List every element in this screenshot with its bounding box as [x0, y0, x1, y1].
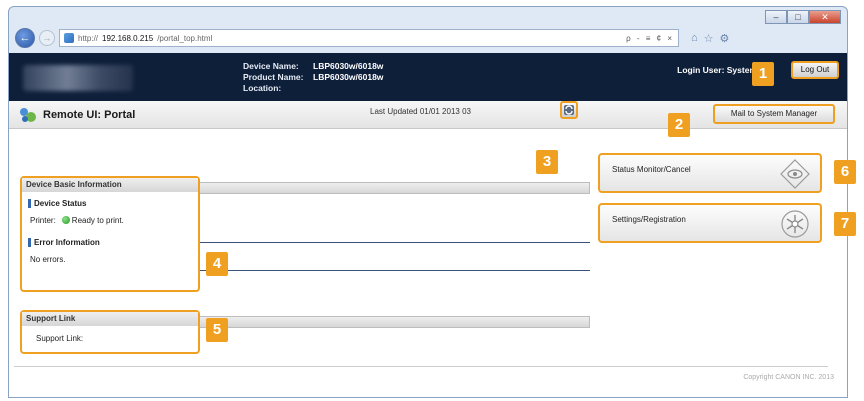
refresh-button[interactable] — [560, 101, 578, 119]
login-user: Login User: System — [677, 65, 757, 75]
logout-button[interactable]: Log Out — [791, 61, 839, 79]
location-label: Location: — [243, 83, 282, 93]
device-status-heading: Device Status — [28, 199, 198, 208]
status-ok-icon — [61, 216, 70, 224]
device-basic-info-heading: Device Basic Information — [22, 178, 198, 192]
url-host: 192.168.0.215 — [102, 33, 154, 43]
device-info: Device Name: LBP6030w/6018w Product Name:… — [243, 61, 383, 94]
brand-logo — [23, 65, 133, 91]
badge-4: 4 — [206, 252, 228, 276]
minimize-button[interactable]: – — [765, 10, 787, 24]
support-link-label[interactable]: Support Link: — [36, 334, 198, 343]
product-name-value: LBP6030w/6018w — [313, 72, 384, 82]
device-header: Device Name: LBP6030w/6018w Product Name:… — [9, 53, 847, 101]
url-path: /portal_top.html — [157, 33, 213, 43]
home-icon[interactable]: ⌂ — [691, 32, 698, 45]
error-info-divider — [198, 270, 590, 271]
address-tools[interactable]: ρ - ≡ ¢ × — [626, 34, 674, 43]
badge-3: 3 — [536, 150, 558, 174]
settings-registration-label: Settings/Registration — [612, 215, 686, 224]
device-basic-info-panel: Device Basic Information Device Status P… — [20, 176, 200, 292]
support-link-panel: Support Link Support Link: — [20, 310, 200, 354]
printer-status-row: Printer: Ready to print. — [30, 216, 198, 225]
settings-registration-button[interactable]: Settings/Registration — [598, 203, 822, 243]
last-updated: Last Updated 01/01 2013 03 — [370, 107, 471, 116]
mail-to-system-manager-button[interactable]: Mail to System Manager — [713, 104, 835, 124]
badge-7: 7 — [834, 212, 856, 236]
page-title: Remote UI: Portal — [43, 109, 136, 121]
device-info-bar — [198, 182, 590, 194]
window-controls: – □ ✕ — [765, 10, 841, 24]
product-name-label: Product Name: — [243, 72, 304, 82]
badge-6: 6 — [834, 160, 856, 184]
settings-icon — [781, 210, 809, 238]
error-text: No errors. — [30, 255, 66, 264]
footer-divider — [14, 366, 828, 367]
error-info-heading: Error Information — [28, 238, 198, 247]
star-icon[interactable]: ☆ — [704, 32, 714, 45]
copyright-text: Copyright CANON INC. 2013 — [743, 374, 834, 381]
printer-label: Printer: — [30, 216, 56, 225]
browser-tool-icons: ⌂ ☆ ⚙ — [691, 32, 729, 45]
url-prefix: http:// — [78, 33, 99, 43]
close-window-button[interactable]: ✕ — [809, 10, 841, 24]
status-monitor-label: Status Monitor/Cancel — [612, 165, 691, 174]
device-name-label: Device Name: — [243, 61, 299, 71]
support-link-heading: Support Link — [22, 312, 198, 326]
maximize-button[interactable]: □ — [787, 10, 809, 24]
badge-5: 5 — [206, 318, 228, 342]
portal-icon — [20, 108, 36, 122]
badge-1: 1 — [752, 62, 774, 86]
device-status-divider — [198, 242, 590, 243]
device-name-value: LBP6030w/6018w — [313, 61, 384, 71]
printer-status: Ready to print. — [71, 216, 124, 225]
eye-icon — [780, 159, 810, 189]
address-bar[interactable]: http://192.168.0.215/portal_top.html ρ -… — [59, 29, 679, 47]
forward-button[interactable]: → — [39, 30, 55, 46]
gear-icon[interactable]: ⚙ — [720, 32, 730, 45]
browser-toolbar: ← → http://192.168.0.215/portal_top.html… — [15, 27, 841, 49]
refresh-icon — [564, 105, 574, 115]
back-button[interactable]: ← — [15, 28, 35, 48]
support-link-bar — [198, 316, 590, 328]
favicon-icon — [64, 33, 74, 43]
status-monitor-button[interactable]: Status Monitor/Cancel — [598, 153, 822, 193]
badge-2: 2 — [668, 113, 690, 137]
